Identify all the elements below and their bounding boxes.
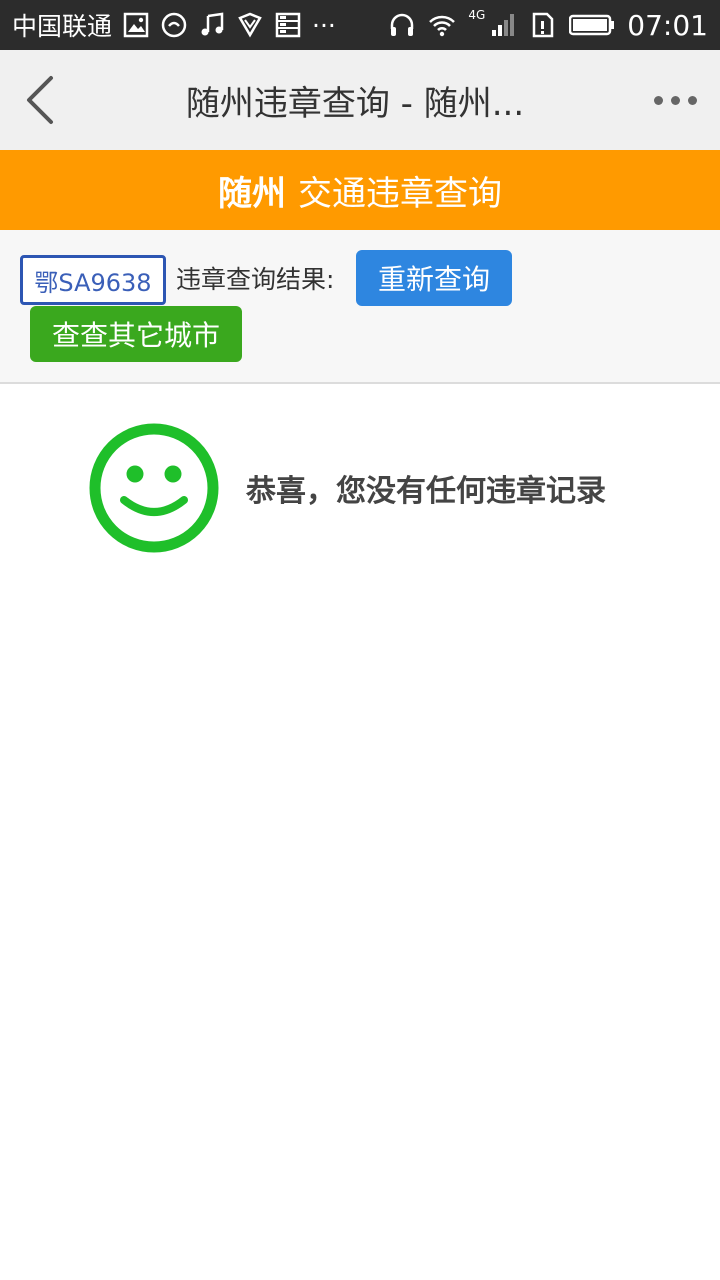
status-left: 中国联通 ··· (12, 7, 336, 43)
app-icon (160, 11, 188, 39)
requery-button[interactable]: 重新查询 (356, 250, 512, 306)
headphones-icon (388, 11, 416, 39)
signal-icon (489, 11, 517, 39)
status-right: 4G 07:01 (388, 8, 708, 42)
more-menu-button[interactable] (630, 50, 720, 150)
other-city-button[interactable]: 查查其它城市 (30, 306, 242, 362)
query-result-header: 鄂SA9638 违章查询结果: 重新查询 查查其它城市 (0, 230, 720, 384)
shield-icon (236, 11, 264, 39)
storage-icon (274, 11, 302, 39)
license-plate-badge: 鄂SA9638 (20, 255, 166, 305)
music-icon (198, 11, 226, 39)
wifi-icon (428, 11, 456, 39)
back-chevron-icon (27, 76, 53, 124)
image-icon (122, 11, 150, 39)
network-type-label: 4G (468, 8, 486, 22)
header-banner: 随州 交通违章查询 (0, 150, 720, 230)
back-button[interactable] (0, 50, 80, 150)
status-bar: 中国联通 ··· 4G 07:01 (0, 0, 720, 50)
sim-alert-icon (529, 11, 557, 39)
nav-bar: 随州违章查询 - 随州... (0, 50, 720, 150)
smile-icon (89, 423, 219, 553)
clock: 07:01 (627, 8, 708, 42)
more-dot-2 (670, 95, 680, 105)
more-dots-icon (653, 95, 663, 105)
carrier-label: 中国联通 (12, 12, 113, 41)
more-notifications: ··· (312, 10, 336, 40)
page-title: 随州违章查询 - 随州... (185, 83, 525, 124)
more-dot-3 (687, 95, 697, 105)
no-violations-message: 恭喜，您没有任何违章记录 (88, 422, 708, 554)
result-label: 违章查询结果: (176, 265, 335, 294)
result-message-text: 恭喜，您没有任何违章记录 (246, 474, 606, 509)
banner-title: 交通违章查询 (298, 173, 502, 214)
battery-icon (569, 11, 615, 39)
banner-city: 随州 (218, 173, 286, 214)
